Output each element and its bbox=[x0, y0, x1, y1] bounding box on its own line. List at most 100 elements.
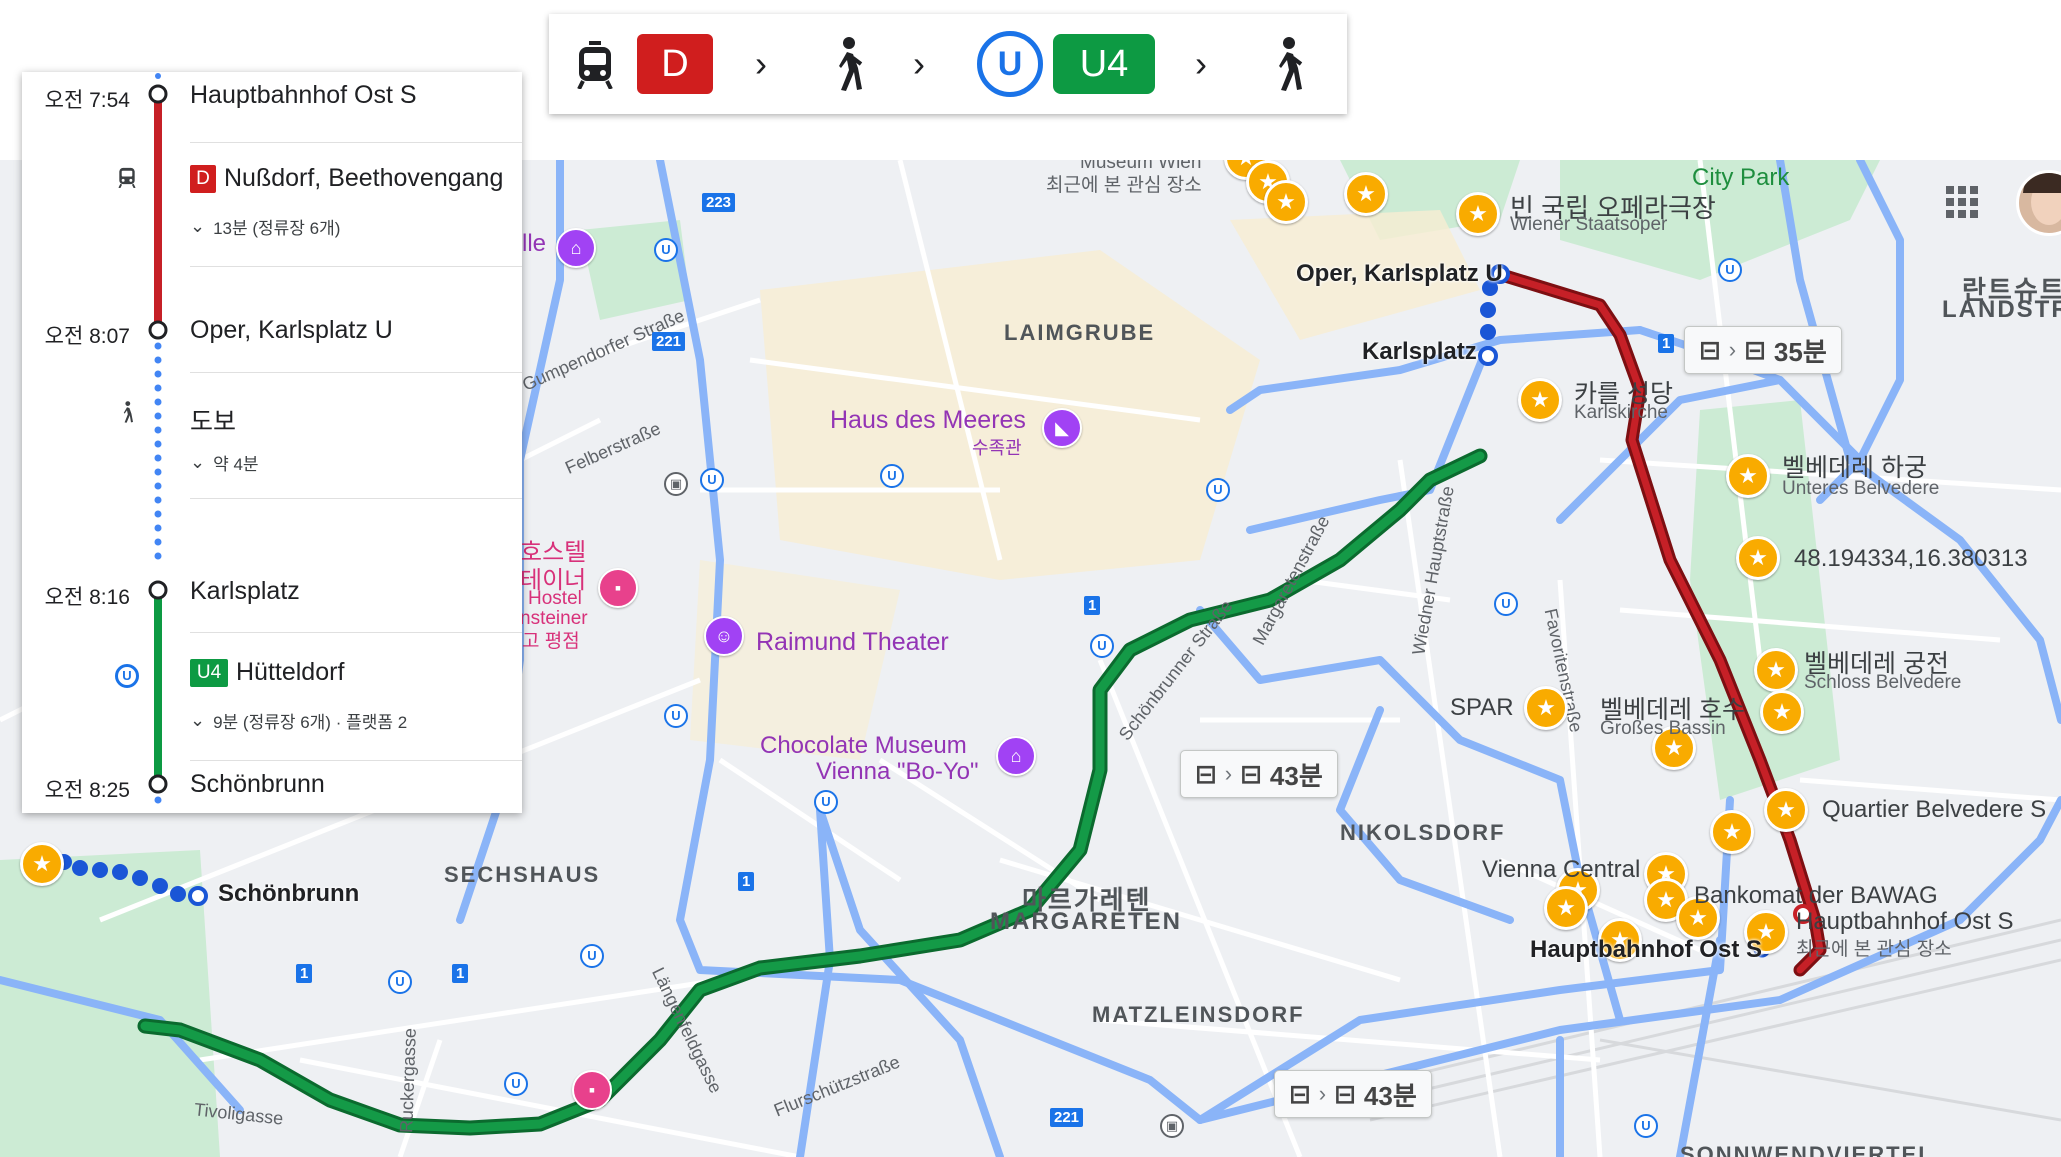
leg-detail-toggle[interactable]: ⌄ 9분 (정류장 6개) · 플랫폼 2 bbox=[190, 708, 407, 733]
ubahn-station-icon[interactable]: U bbox=[1634, 1114, 1658, 1138]
station-oper-label[interactable]: Oper, Karlsplatz U bbox=[1296, 260, 1503, 288]
stop-time: 오전 8:07 bbox=[44, 325, 130, 348]
leg-detail-toggle[interactable]: ⌄ 13분 (정류장 6개) bbox=[190, 214, 340, 239]
divider bbox=[190, 372, 522, 373]
chevron-down-icon: ⌄ bbox=[190, 452, 206, 472]
poi-chocolate-museum-sub: Vienna "Bo-Yo" bbox=[816, 758, 979, 785]
ubahn-station-icon[interactable]: U bbox=[1090, 634, 1114, 658]
chevron-right-icon: › bbox=[1318, 1081, 1327, 1106]
saved-place-star-icon[interactable]: ★ bbox=[1518, 378, 1562, 422]
saved-place-star-icon[interactable]: ★ bbox=[1726, 454, 1770, 498]
poi-quartier-belvedere: Quartier Belvedere S bbox=[1822, 796, 2047, 823]
stop-time: 오전 7:54 bbox=[44, 89, 130, 112]
divider bbox=[190, 142, 522, 143]
poi-vienna-central: Vienna Central bbox=[1482, 856, 1641, 883]
chevron-right-icon: › bbox=[755, 43, 767, 84]
stop-name[interactable]: Karlsplatz bbox=[190, 577, 300, 606]
poi-lle: lle bbox=[522, 230, 547, 257]
chevron-down-icon: ⌄ bbox=[190, 216, 206, 236]
divider bbox=[190, 760, 522, 761]
line-d-badge: D bbox=[190, 164, 216, 193]
train-icon: ⊟ bbox=[1699, 334, 1721, 365]
stop-name[interactable]: Schönbrunn bbox=[190, 770, 325, 799]
saved-place-star-icon[interactable]: ★ bbox=[1344, 172, 1388, 216]
stop-name[interactable]: Oper, Karlsplatz U bbox=[190, 316, 393, 345]
district-sonnwendviertel: SONNWENDVIERTEL bbox=[1680, 1142, 1934, 1157]
leg-detail-toggle[interactable]: ⌄ 약 4분 bbox=[190, 450, 259, 475]
saved-place-star-icon[interactable]: ★ bbox=[1544, 886, 1588, 930]
train-icon: ⊟ bbox=[1240, 758, 1262, 789]
leg-headsign: Nußdorf, Beethovengang bbox=[224, 164, 504, 192]
museum-icon[interactable]: ⌂ bbox=[996, 736, 1036, 776]
district-landstrasse: LANDSTR bbox=[1942, 296, 2061, 323]
highway-shield: 1 bbox=[1084, 596, 1101, 615]
alt-route-label[interactable]: ⊟ › ⊟ 35분 bbox=[1684, 326, 1842, 374]
station-schoenbrunn-label[interactable]: Schönbrunn bbox=[218, 880, 359, 908]
train-icon: ⊟ bbox=[1195, 758, 1217, 789]
highway-shield: 1 bbox=[296, 964, 313, 983]
poi-hostel-de1: Hostel bbox=[528, 588, 582, 609]
ubahn-station-icon[interactable]: U bbox=[504, 1072, 528, 1096]
ubahn-station-icon[interactable]: U bbox=[580, 944, 604, 968]
saved-place-star-icon[interactable]: ★ bbox=[1710, 810, 1754, 854]
saved-place-star-icon[interactable]: ★ bbox=[1264, 180, 1308, 224]
highway-shield: 223 bbox=[702, 193, 736, 212]
ubahn-station-icon[interactable]: U bbox=[654, 238, 678, 262]
chevron-right-icon: › bbox=[1195, 43, 1207, 84]
tram-icon bbox=[575, 14, 615, 114]
saved-place-star-icon[interactable]: ★ bbox=[20, 842, 64, 886]
ubahn-station-icon[interactable]: U bbox=[1718, 258, 1742, 282]
station-hauptbahnhof-label[interactable]: Hauptbahnhof Ost S bbox=[1530, 936, 1762, 964]
tram-icon bbox=[112, 164, 142, 194]
train-station-icon[interactable]: ▣ bbox=[1160, 1114, 1184, 1138]
alt-route-label[interactable]: ⊟ › ⊟ 43분 bbox=[1180, 750, 1338, 798]
leg-tram-d[interactable]: D Nußdorf, Beethovengang bbox=[190, 164, 503, 193]
ubahn-station-icon[interactable]: U bbox=[700, 468, 724, 492]
divider bbox=[190, 632, 522, 633]
alt-route-duration: 43분 bbox=[1269, 760, 1323, 791]
saved-place-star-icon[interactable]: ★ bbox=[1760, 690, 1804, 734]
poi-opera-de: Wiener Staatsoper bbox=[1510, 214, 1668, 235]
poi-karlskirche-de: Karlskirche bbox=[1574, 402, 1668, 423]
divider bbox=[190, 498, 522, 499]
hotel-icon[interactable]: ▪ bbox=[598, 568, 638, 608]
ubahn-station-icon[interactable]: U bbox=[664, 704, 688, 728]
poi-bankomat: Bankomat der BAWAG bbox=[1694, 882, 1938, 909]
poi-hbf-ost: Hauptbahnhof Ost S bbox=[1796, 908, 2014, 935]
line-u4-badge: U4 bbox=[190, 658, 228, 687]
ubahn-station-icon[interactable]: U bbox=[814, 790, 838, 814]
leg-walk[interactable]: 도보 bbox=[190, 402, 236, 438]
ubahn-station-icon[interactable]: U bbox=[388, 970, 412, 994]
highway-shield: 1 bbox=[1658, 334, 1675, 353]
saved-place-star-icon[interactable]: ★ bbox=[1754, 648, 1798, 692]
chevron-right-icon: › bbox=[1728, 337, 1737, 362]
leg-detail: 약 4분 bbox=[213, 455, 259, 474]
leg-headsign: Hütteldorf bbox=[236, 658, 345, 686]
ubahn-station-icon[interactable]: U bbox=[880, 464, 904, 488]
train-icon: ⊟ bbox=[1289, 1078, 1311, 1109]
train-station-icon[interactable]: ▣ bbox=[664, 472, 688, 496]
ubahn-station-icon[interactable]: U bbox=[1206, 478, 1230, 502]
saved-place-star-icon[interactable]: ★ bbox=[1764, 788, 1808, 832]
alt-route-label[interactable]: ⊟ › ⊟ 43분 bbox=[1274, 1070, 1432, 1118]
aquarium-icon[interactable]: ◣ bbox=[1042, 408, 1082, 448]
poi-hbf-ost-sub: 최근에 본 관심 장소 bbox=[1796, 939, 1952, 960]
poi-chocolate-museum: Chocolate Museum bbox=[760, 732, 967, 759]
highway-shield: 221 bbox=[1050, 1108, 1084, 1127]
station-karlsplatz-label[interactable]: Karlsplatz bbox=[1362, 338, 1477, 366]
stop-name[interactable]: Hauptbahnhof Ost S bbox=[190, 81, 417, 110]
hotel-icon[interactable]: ▪ bbox=[572, 1070, 612, 1110]
district-laimgrube: LAIMGRUBE bbox=[1004, 320, 1156, 345]
saved-place-star-icon[interactable]: ★ bbox=[1736, 536, 1780, 580]
ubahn-station-icon[interactable]: U bbox=[1494, 592, 1518, 616]
leg-ubahn-u4[interactable]: U4 Hütteldorf bbox=[190, 658, 344, 687]
saved-place-star-icon[interactable]: ★ bbox=[1456, 192, 1500, 236]
highway-shield: 1 bbox=[738, 872, 755, 891]
poi-hostel-kr3: 고 평점 bbox=[522, 631, 580, 652]
apps-grid-icon[interactable] bbox=[1946, 186, 1980, 220]
landmark-icon[interactable]: ⌂ bbox=[556, 228, 596, 268]
route-summary-strip: D › › U U4 › bbox=[549, 14, 1347, 114]
street-ruckergasse: Ruckergasse bbox=[396, 1027, 420, 1134]
saved-place-star-icon[interactable]: ★ bbox=[1524, 686, 1568, 730]
theater-icon[interactable]: ☺ bbox=[704, 616, 744, 656]
